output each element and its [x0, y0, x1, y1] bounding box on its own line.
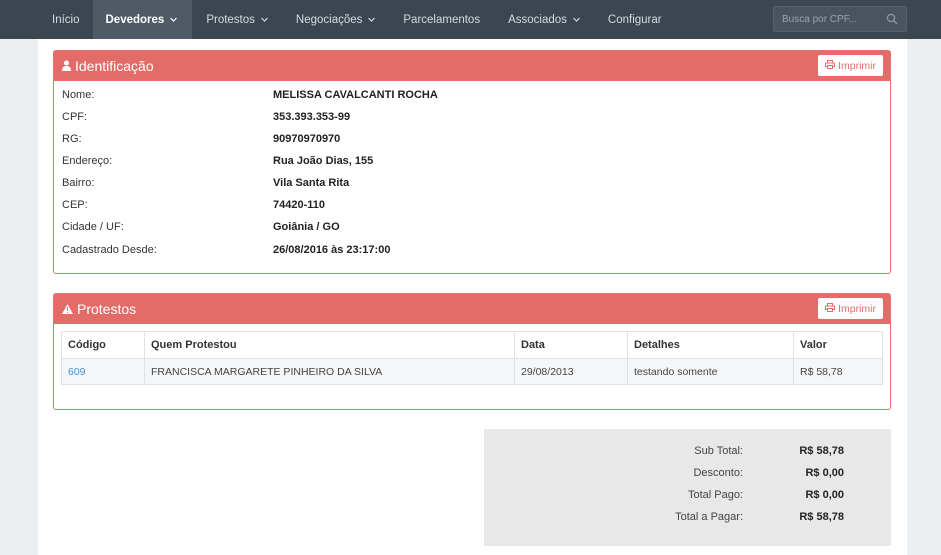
- total-row-total-pago: Total Pago: R$ 0,00: [484, 489, 891, 505]
- field-value: Goiânia / GO: [273, 221, 340, 233]
- field-rg: RG: 90970970970: [62, 133, 862, 149]
- field-bairro: Bairro: Vila Santa Rita: [62, 177, 862, 193]
- panel-title: Identificação: [62, 58, 154, 74]
- table-cell: R$ 58,78: [793, 358, 883, 385]
- table-cell: 29/08/2013: [514, 358, 628, 385]
- column-header: Data: [514, 331, 628, 359]
- field-nome: Nome: MELISSA CAVALCANTI ROCHA: [62, 89, 862, 105]
- table-header-row: Código Quem Protestou Data Detalhes Valo…: [61, 331, 883, 359]
- chevron-down-icon: [170, 16, 178, 23]
- protestos-table: Código Quem Protestou Data Detalhes Valo…: [61, 331, 883, 385]
- total-label: Total Pago:: [687, 489, 743, 501]
- nav-item-label: Protestos: [206, 13, 255, 26]
- field-value: 26/08/2016 às 23:17:00: [273, 244, 391, 256]
- nav-item-label: Negociações: [295, 13, 363, 26]
- field-label: CPF:: [62, 111, 88, 123]
- chevron-down-icon: [572, 16, 580, 23]
- field-value: Rua João Dias, 155: [273, 155, 374, 167]
- field-label: Bairro:: [62, 177, 95, 189]
- totals-box: Sub Total: R$ 58,78 Desconto: R$ 0,00 To…: [484, 429, 891, 546]
- field-label: RG:: [62, 133, 82, 145]
- print-button-label: Imprimir: [838, 59, 876, 72]
- total-label: Desconto:: [693, 467, 743, 479]
- print-icon: [825, 302, 838, 315]
- field-label: Nome:: [62, 89, 95, 101]
- nav-item-parcelamentos[interactable]: Parcelamentos: [389, 0, 494, 39]
- search-icon[interactable]: [886, 13, 898, 25]
- print-button[interactable]: Imprimir: [818, 55, 883, 76]
- nav-item-inicio[interactable]: Início: [0, 0, 93, 39]
- field-label: Cadastrado Desde:: [62, 244, 157, 256]
- column-header: Código: [61, 331, 145, 359]
- total-value: R$ 58,78: [799, 511, 844, 523]
- column-header: Quem Protestou: [144, 331, 515, 359]
- identificacao-title: Identificação: [75, 58, 154, 74]
- nav-item-negociacoes[interactable]: Negociações: [282, 0, 389, 39]
- search-box: [773, 6, 907, 32]
- total-value: R$ 58,78: [799, 445, 844, 457]
- field-value: 90970970970: [273, 133, 341, 145]
- table-cell: testando somente: [627, 358, 794, 385]
- print-icon: [825, 59, 838, 72]
- field-label: CEP:: [62, 199, 88, 211]
- nav-item-label: Configurar: [607, 13, 662, 26]
- total-value: R$ 0,00: [805, 467, 844, 479]
- protesto-code-link[interactable]: 609: [68, 366, 86, 378]
- panel-title: Protestos: [62, 301, 136, 317]
- nav-item-label: Início: [52, 13, 80, 26]
- nav-item-configurar[interactable]: Configurar: [594, 0, 676, 39]
- total-row-subtotal: Sub Total: R$ 58,78: [484, 445, 891, 461]
- warning-icon: [62, 301, 77, 317]
- nav-item-label: Associados: [508, 13, 567, 26]
- nav-item-associados[interactable]: Associados: [494, 0, 594, 39]
- print-button[interactable]: Imprimir: [818, 298, 883, 319]
- field-cep: CEP: 74420-110: [62, 199, 862, 215]
- total-label: Sub Total:: [694, 445, 743, 457]
- nav-item-devedores[interactable]: Devedores: [92, 0, 193, 39]
- table-cell: 609: [61, 358, 145, 385]
- panel-heading: Identificação Imprimir: [54, 51, 890, 81]
- field-label: Endereço:: [62, 155, 113, 167]
- field-cpf: CPF: 353.393.353-99: [62, 111, 862, 127]
- field-cidade-uf: Cidade / UF: Goiânia / GO: [62, 221, 862, 237]
- field-cadastrado-desde: Cadastrado Desde: 26/08/2016 às 23:17:00: [62, 244, 862, 260]
- total-row-total-a-pagar: Total a Pagar: R$ 58,78: [484, 511, 891, 527]
- chevron-down-icon: [260, 16, 268, 23]
- protestos-panel: Protestos Imprimir Código Quem Protestou…: [53, 293, 891, 410]
- field-value: MELISSA CAVALCANTI ROCHA: [273, 89, 438, 101]
- protestos-title: Protestos: [77, 301, 137, 317]
- field-value: Vila Santa Rita: [273, 177, 350, 189]
- total-row-desconto: Desconto: R$ 0,00: [484, 467, 891, 483]
- column-header: Detalhes: [627, 331, 794, 359]
- print-button-label: Imprimir: [838, 302, 876, 315]
- total-label: Total a Pagar:: [675, 511, 743, 523]
- main-container: Identificação Imprimir Nome: MELISSA CAV…: [38, 39, 907, 555]
- user-icon: [62, 58, 75, 74]
- table-row: 609 FRANCISCA MARGARETE PINHEIRO DA SILV…: [61, 358, 883, 385]
- field-value: 74420-110: [273, 199, 325, 211]
- nav-item-protestos[interactable]: Protestos: [192, 0, 282, 39]
- table-cell: FRANCISCA MARGARETE PINHEIRO DA SILVA: [144, 358, 515, 385]
- nav-item-label: Parcelamentos: [403, 13, 481, 26]
- identificacao-panel: Identificação Imprimir Nome: MELISSA CAV…: [53, 50, 891, 274]
- chevron-down-icon: [368, 16, 376, 23]
- field-value: 353.393.353-99: [273, 111, 351, 123]
- nav-item-label: Devedores: [105, 13, 165, 26]
- panel-heading: Protestos Imprimir: [54, 294, 890, 324]
- field-endereco: Endereço: Rua João Dias, 155: [62, 155, 862, 171]
- top-navbar: Início Devedores Protestos Negociações P…: [0, 0, 941, 39]
- field-label: Cidade / UF:: [62, 221, 124, 233]
- total-value: R$ 0,00: [805, 489, 844, 501]
- column-header: Valor: [793, 331, 883, 359]
